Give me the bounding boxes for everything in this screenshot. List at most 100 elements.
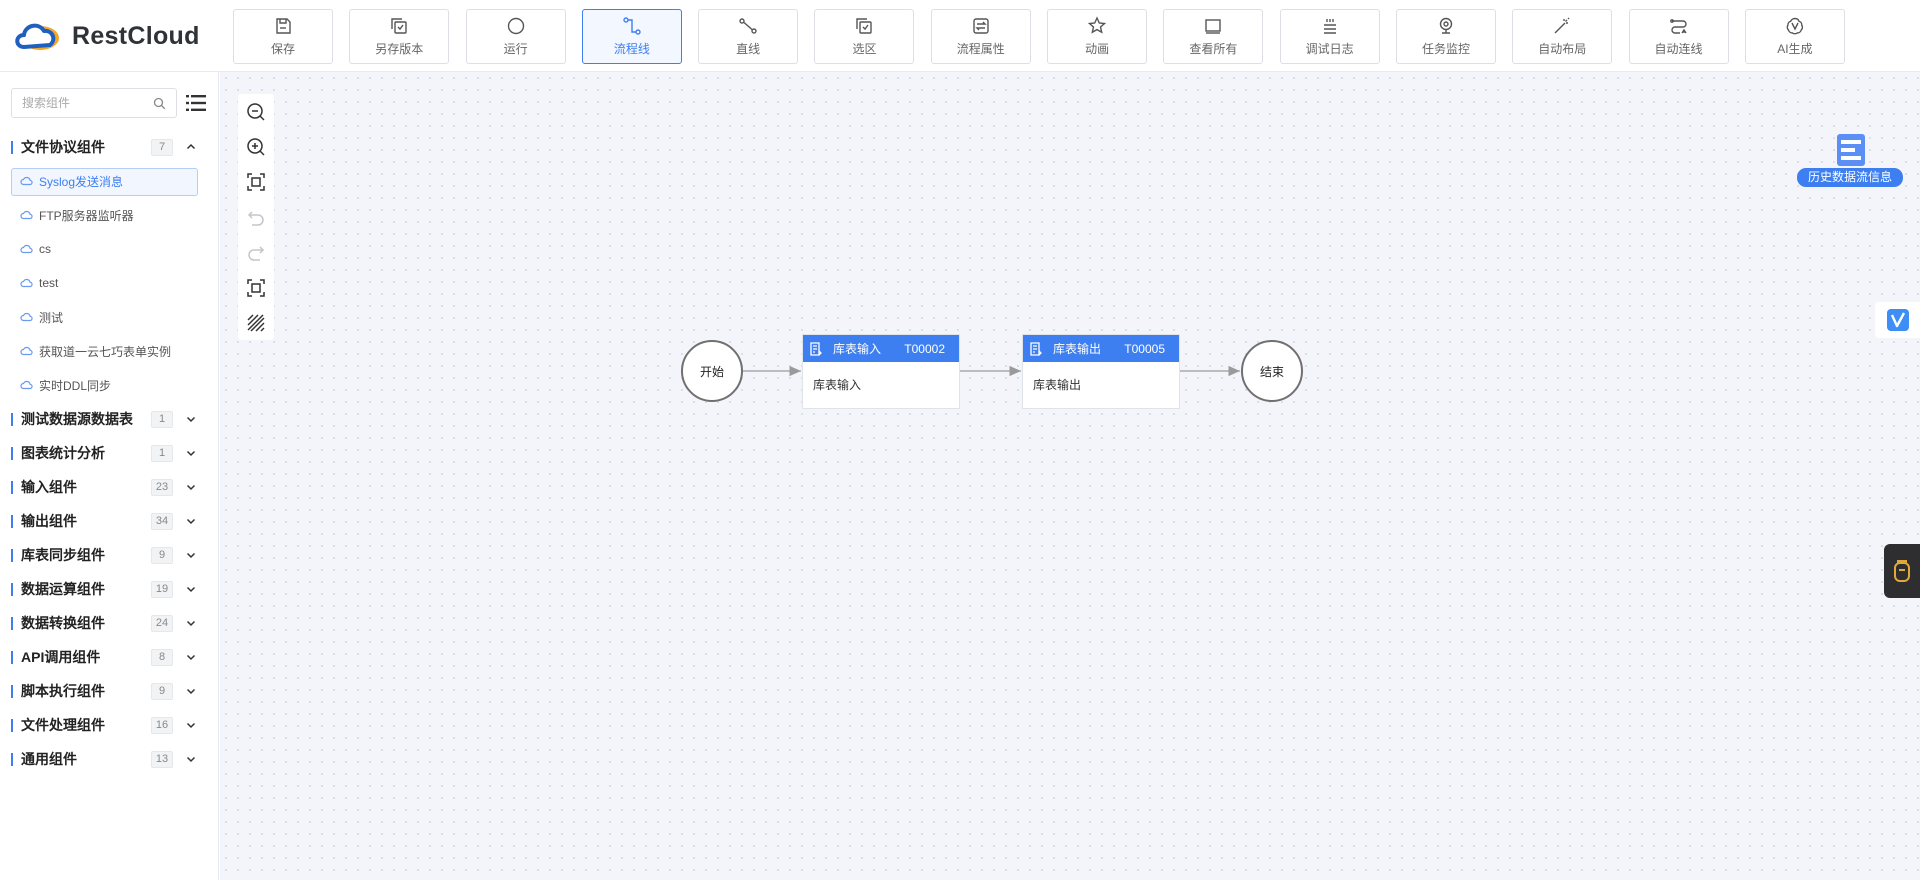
node-header: 库表输入 T00002 — [803, 335, 959, 362]
table-input-node[interactable]: 库表输入 T00002 库表输入 — [802, 334, 960, 409]
component-label: test — [39, 276, 59, 290]
group-file-protocol[interactable]: 文件协议组件 7 — [0, 130, 219, 164]
grid-toggle-button[interactable] — [238, 305, 274, 340]
cloud-icon — [20, 244, 33, 254]
start-node[interactable]: 开始 — [681, 340, 743, 402]
group-chart-analysis[interactable]: 图表统计分析 1 — [0, 436, 219, 470]
flow-edges — [742, 365, 1240, 377]
debug-log-icon — [1320, 16, 1340, 36]
chevron-down-icon[interactable] — [185, 515, 197, 527]
ai-generate-button[interactable]: AI生成 — [1744, 9, 1845, 64]
animation-icon — [1087, 16, 1107, 36]
save-button[interactable]: 保存 — [233, 9, 333, 64]
table-output-node[interactable]: 库表输出 T00005 库表输出 — [1022, 334, 1180, 409]
fullscreen-icon — [247, 278, 265, 297]
component-label: 获取道一云七巧表单实例 — [39, 344, 172, 359]
chevron-down-icon[interactable] — [185, 447, 197, 459]
floating-assistant-button[interactable] — [1884, 544, 1920, 598]
component-item[interactable]: test — [0, 266, 219, 300]
group-output[interactable]: 输出组件 34 — [0, 504, 219, 538]
assistant-icon — [1894, 560, 1910, 582]
group-test-datasource[interactable]: 测试数据源数据表 1 — [0, 402, 219, 436]
fullscreen-button[interactable] — [238, 270, 274, 305]
chevron-down-icon[interactable] — [185, 481, 197, 493]
chevron-down-icon[interactable] — [185, 719, 197, 731]
chevron-down-icon[interactable] — [185, 617, 197, 629]
run-icon — [506, 16, 526, 36]
run-button[interactable]: 运行 — [465, 9, 566, 64]
group-title: 图表统计分析 — [21, 445, 105, 461]
zoom-out-button[interactable] — [238, 94, 274, 129]
component-search — [11, 88, 177, 118]
fit-view-button[interactable] — [238, 164, 274, 199]
component-item[interactable]: 实时DDL同步 — [0, 368, 219, 402]
component-label: 测试 — [39, 310, 64, 325]
component-item[interactable]: FTP服务器监听器 — [0, 198, 219, 232]
component-item[interactable]: Syslog发送消息 — [0, 164, 219, 198]
component-label: Syslog发送消息 — [39, 174, 124, 189]
animation-button[interactable]: 动画 — [1047, 9, 1148, 64]
chevron-down-icon[interactable] — [185, 549, 197, 561]
fit-view-icon — [247, 173, 265, 191]
cloud-icon — [20, 210, 33, 220]
flow-properties-button[interactable]: 流程属性 — [930, 9, 1031, 64]
chevron-down-icon[interactable] — [185, 651, 197, 663]
debug-log-button[interactable]: 调试日志 — [1279, 9, 1380, 64]
flow-line-button[interactable]: 流程线 — [581, 9, 682, 64]
chevron-down-icon[interactable] — [185, 753, 197, 765]
chevron-down-icon[interactable] — [185, 413, 197, 425]
history-dataflow-badge[interactable]: 历史数据流信息 — [1797, 132, 1903, 192]
straight-line-button[interactable]: 直线 — [698, 9, 799, 64]
history-data-icon — [1837, 134, 1865, 166]
save-version-button[interactable]: 另存版本 — [349, 9, 450, 64]
chevron-down-icon[interactable] — [185, 583, 197, 595]
app-logo[interactable]: RestCloud — [12, 16, 200, 56]
auto-connect-button[interactable]: 自动连线 — [1628, 9, 1729, 64]
main-toolbar: 保存 另存版本 运行 流程线 直线 选区 流程属性 动画 查看所有 调试日志 任… — [233, 9, 1845, 64]
flow-canvas[interactable]: 开始 库表输入 T00002 库表输入 库表输出 T00005 库表输出 结束 … — [220, 72, 1920, 880]
flow-line-icon — [622, 16, 642, 36]
flow-properties-icon — [971, 16, 991, 36]
group-data-transform[interactable]: 数据转换组件 24 — [0, 606, 219, 640]
group-api-call[interactable]: API调用组件 8 — [0, 640, 219, 674]
task-monitor-button[interactable]: 任务监控 — [1395, 9, 1496, 64]
redo-button[interactable] — [238, 235, 274, 270]
view-all-icon — [1203, 16, 1223, 36]
search-input[interactable] — [22, 96, 142, 110]
group-script-exec[interactable]: 脚本执行组件 9 — [0, 674, 219, 708]
group-table-sync[interactable]: 库表同步组件 9 — [0, 538, 219, 572]
floating-v-button[interactable] — [1875, 302, 1920, 338]
auto-layout-button[interactable]: 自动布局 — [1512, 9, 1613, 64]
group-file-process[interactable]: 文件处理组件 16 — [0, 708, 219, 742]
group-count: 1 — [151, 411, 173, 428]
end-node[interactable]: 结束 — [1241, 340, 1303, 402]
view-all-button[interactable]: 查看所有 — [1163, 9, 1264, 64]
cloud-icon — [20, 380, 33, 390]
group-count: 16 — [151, 717, 173, 734]
node-code: T00002 — [904, 341, 945, 356]
group-count: 13 — [151, 751, 173, 768]
list-view-icon[interactable] — [186, 94, 206, 112]
undo-button[interactable] — [238, 200, 274, 235]
component-item[interactable]: cs — [0, 232, 219, 266]
group-input[interactable]: 输入组件 23 — [0, 470, 219, 504]
auto-layout-icon — [1552, 16, 1572, 36]
group-count: 7 — [151, 139, 173, 156]
zoom-in-button[interactable] — [238, 129, 274, 164]
component-item[interactable]: 获取道一云七巧表单实例 — [0, 334, 219, 368]
chevron-up-icon[interactable] — [185, 141, 197, 153]
node-title: 库表输入 — [833, 342, 882, 356]
ai-generate-icon — [1785, 16, 1805, 36]
component-item[interactable]: 测试 — [0, 300, 219, 334]
group-count: 19 — [151, 581, 173, 598]
chevron-down-icon[interactable] — [185, 685, 197, 697]
search-icon[interactable] — [153, 97, 166, 110]
component-sidebar: 文件协议组件 7 Syslog发送消息 FTP服务器监听器 cs test 测试… — [0, 72, 219, 880]
task-monitor-label: 任务监控 — [1421, 42, 1470, 56]
top-header: RestCloud 保存 另存版本 运行 流程线 直线 选区 流程属性 动画 查… — [0, 0, 1920, 72]
group-general[interactable]: 通用组件 13 — [0, 742, 219, 776]
end-node-label: 结束 — [1259, 364, 1284, 379]
group-data-compute[interactable]: 数据运算组件 19 — [0, 572, 219, 606]
select-area-button[interactable]: 选区 — [814, 9, 915, 64]
view-all-label: 查看所有 — [1189, 42, 1238, 56]
